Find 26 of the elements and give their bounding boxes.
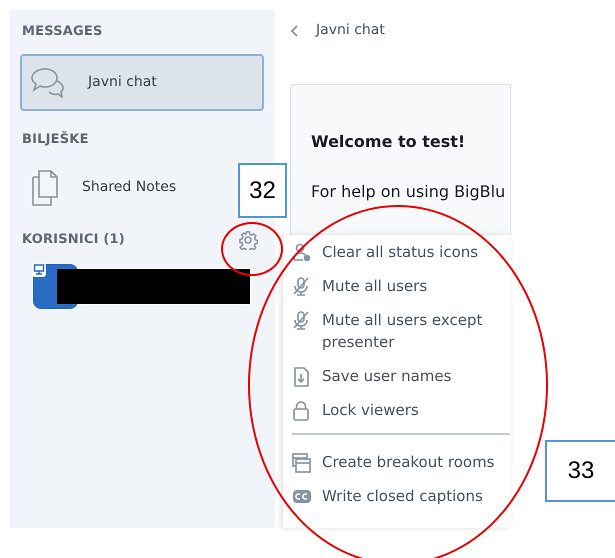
menu-item[interactable]: Create breakout rooms xyxy=(292,451,502,473)
download-file-icon xyxy=(292,367,312,387)
section-heading: BILJEŠKE xyxy=(22,130,90,148)
message-text: Welcome to test! xyxy=(311,131,466,153)
notes-item[interactable]: Shared Notes xyxy=(20,159,184,216)
settings-icon xyxy=(238,230,258,250)
windows-icon xyxy=(292,453,312,473)
callout-label: 32 xyxy=(238,163,287,218)
menu-item[interactable]: Lock viewers xyxy=(292,399,502,421)
lock-icon xyxy=(292,401,312,421)
callout-label: 33 xyxy=(545,440,615,502)
message-text: For help on using BigBlu xyxy=(311,181,506,203)
back-icon xyxy=(290,24,300,38)
clear-status-icon xyxy=(292,243,312,263)
menu-item[interactable]: Mute all users xyxy=(292,275,502,297)
menu-item[interactable]: Save user names xyxy=(292,365,502,387)
documents-icon xyxy=(30,168,60,206)
chat-item[interactable]: Javni chat xyxy=(20,54,264,110)
back-button[interactable]: Javni chat xyxy=(290,20,385,41)
section-heading: MESSAGES xyxy=(22,23,104,41)
menu-item[interactable]: Clear all status icons xyxy=(292,241,502,263)
section-heading: KORISNICI (1) xyxy=(22,231,125,250)
settings-button[interactable] xyxy=(238,230,258,250)
menu-item[interactable]: Mute all users except presenter xyxy=(292,309,502,353)
menu-item[interactable]: Write closed captions xyxy=(292,485,502,507)
speech-bubbles-icon xyxy=(30,66,66,98)
